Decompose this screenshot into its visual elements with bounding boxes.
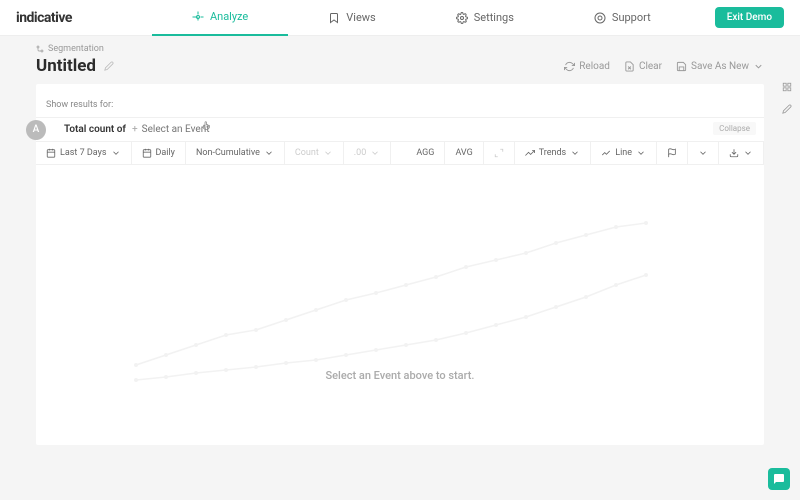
save-icon bbox=[676, 61, 687, 72]
trends-icon bbox=[525, 148, 535, 158]
reload-button[interactable]: Reload bbox=[564, 61, 610, 72]
chart-type-picker[interactable]: Line bbox=[591, 142, 657, 164]
chevron-down-icon bbox=[323, 148, 333, 158]
event-count-label: Total count of bbox=[64, 124, 126, 135]
line-chart-icon bbox=[601, 148, 611, 158]
event-badge: A bbox=[26, 120, 46, 140]
agg-button[interactable]: AGG bbox=[406, 142, 445, 164]
chevron-down-icon bbox=[370, 148, 380, 158]
bookmark-icon bbox=[328, 12, 340, 24]
save-as-new-button[interactable]: Save As New bbox=[676, 61, 764, 72]
chat-icon bbox=[773, 473, 785, 485]
filter-label: Show results for: bbox=[46, 100, 113, 110]
download-icon bbox=[729, 148, 739, 158]
plus-icon: + bbox=[132, 124, 138, 135]
placeholder-chart bbox=[116, 185, 676, 385]
reload-icon bbox=[564, 61, 575, 72]
more-button[interactable] bbox=[688, 142, 719, 164]
clear-icon bbox=[624, 61, 635, 72]
nav-label: Analyze bbox=[210, 10, 248, 23]
chevron-down-icon bbox=[743, 148, 753, 158]
chevron-down-icon bbox=[698, 148, 708, 158]
edit-icon[interactable] bbox=[104, 61, 114, 71]
nav-support[interactable]: Support bbox=[554, 0, 691, 36]
chevron-down-icon bbox=[111, 148, 121, 158]
event-select-input[interactable] bbox=[142, 124, 242, 135]
breadcrumb: Segmentation bbox=[36, 44, 764, 54]
flag-button[interactable] bbox=[657, 142, 688, 164]
nav-analyze[interactable]: Analyze bbox=[152, 0, 288, 36]
chevron-down-icon bbox=[570, 148, 580, 158]
nav-label: Views bbox=[346, 11, 375, 24]
chevron-down-icon bbox=[264, 148, 274, 158]
decimal-picker[interactable]: .00 bbox=[344, 142, 392, 164]
avg-button[interactable]: AVG bbox=[445, 142, 483, 164]
calendar-icon bbox=[46, 148, 56, 158]
granularity-picker[interactable]: Daily bbox=[132, 142, 186, 164]
flag-icon bbox=[667, 148, 677, 158]
expand-icon bbox=[494, 148, 504, 158]
cumulative-picker[interactable]: Non-Cumulative bbox=[186, 142, 285, 164]
page-title: Untitled bbox=[36, 56, 96, 76]
trends-button[interactable]: Trends bbox=[515, 142, 591, 164]
analyze-icon bbox=[192, 11, 204, 23]
calendar-icon bbox=[142, 148, 152, 158]
info-icon bbox=[782, 104, 792, 114]
help-fab[interactable] bbox=[768, 468, 790, 490]
chevron-down-icon bbox=[753, 61, 764, 72]
segmentation-icon bbox=[36, 45, 44, 53]
gear-icon bbox=[456, 12, 468, 24]
nav-settings[interactable]: Settings bbox=[416, 0, 554, 36]
grid-icon bbox=[782, 82, 792, 92]
expand-button[interactable] bbox=[484, 142, 515, 164]
exit-demo-button[interactable]: Exit Demo bbox=[715, 7, 784, 28]
clear-button[interactable]: Clear bbox=[624, 61, 662, 72]
support-icon bbox=[594, 12, 606, 24]
nav-label: Settings bbox=[474, 11, 514, 24]
chevron-down-icon bbox=[636, 148, 646, 158]
nav-label: Support bbox=[612, 11, 651, 24]
download-button[interactable] bbox=[719, 142, 764, 164]
rail-info-button[interactable] bbox=[778, 100, 796, 118]
add-event-control[interactable]: + bbox=[132, 124, 242, 135]
collapse-button[interactable]: Collapse bbox=[713, 122, 756, 135]
date-range-picker[interactable]: Last 7 Days bbox=[36, 142, 132, 164]
nav-views[interactable]: Views bbox=[288, 0, 415, 36]
chart-area: Select an Event above to start. bbox=[36, 165, 764, 445]
rail-grid-button[interactable] bbox=[778, 78, 796, 96]
metric-picker[interactable]: Count bbox=[285, 142, 344, 164]
logo: indicative bbox=[16, 10, 72, 26]
cursor-hand-icon bbox=[201, 120, 213, 132]
